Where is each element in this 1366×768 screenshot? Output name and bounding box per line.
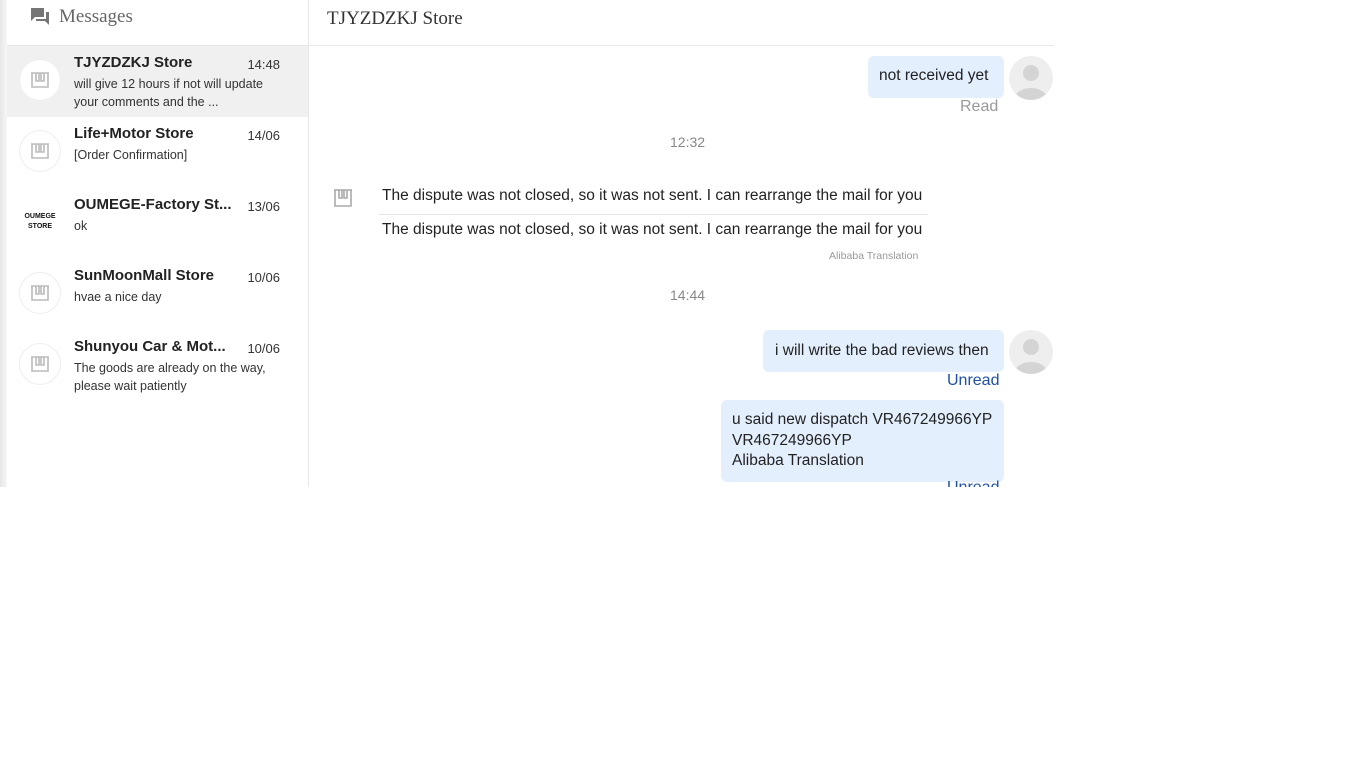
conversation-item[interactable]: OUMEGE STORE OUMEGE-Factory St... 13/06 o… [7, 188, 308, 259]
conversation-name: Shunyou Car & Mot... [74, 338, 226, 355]
conversation-item[interactable]: TJYZDZKJ Store 14:48 will give 12 hours … [7, 46, 308, 117]
translation-divider [379, 214, 928, 215]
conversation-preview: will give 12 hours if not will update yo… [74, 77, 263, 109]
conversation-name: TJYZDZKJ Store [74, 54, 193, 71]
outgoing-message: u said new dispatch VR467249966YP VR4672… [721, 400, 1004, 482]
conversation-time: 14/06 [247, 128, 280, 143]
conversation-preview: [Order Confirmation] [74, 148, 188, 162]
message-line: VR467249966YP [732, 431, 852, 449]
conversation-item[interactable]: Life+Motor Store 14/06 [Order Confirmati… [7, 117, 308, 188]
unread-status: Unread [947, 372, 1000, 389]
store-icon [20, 131, 60, 171]
unread-status: Unread [947, 479, 999, 487]
message-timestamp: 12:32 [670, 134, 706, 150]
store-icon [333, 187, 353, 214]
chat-title: TJYZDZKJ Store [327, 8, 463, 29]
message-timestamp: 14:44 [670, 287, 706, 303]
user-avatar [1009, 330, 1053, 374]
conversation-time: 10/06 [247, 341, 280, 356]
window-edge [0, 0, 7, 487]
conversation-item[interactable]: Shunyou Car & Mot... 10/06 The goods are… [7, 330, 308, 401]
message-line: u said new dispatch VR467249966YP [732, 411, 993, 428]
sidebar-title: Messages [59, 6, 133, 27]
chat-panel: TJYZDZKJ Store not received yet Read 12:… [309, 0, 1054, 487]
message-text: i will write the bad reviews then [775, 342, 989, 359]
conversation-preview: hvae a nice day [74, 290, 162, 304]
message-line: Alibaba Translation [732, 452, 864, 469]
outgoing-message: not received yet [868, 56, 1004, 98]
conversation-name: OUMEGE-Factory St... [74, 196, 232, 213]
chat-header: TJYZDZKJ Store [309, 0, 1054, 46]
conversation-name: SunMoonMall Store [74, 267, 214, 284]
conversation-sidebar: Messages TJYZDZKJ Store 14:48 will give … [7, 0, 309, 487]
conversation-name: Life+Motor Store [74, 125, 194, 142]
conversation-list: TJYZDZKJ Store 14:48 will give 12 hours … [7, 46, 308, 401]
conversation-time: 14:48 [247, 57, 280, 72]
outgoing-message: i will write the bad reviews then [763, 330, 1004, 372]
messaging-app: Messages TJYZDZKJ Store 14:48 will give … [0, 0, 1054, 487]
conversation-time: 13/06 [247, 199, 280, 214]
incoming-message-original: The dispute was not closed, so it was no… [382, 187, 923, 204]
conversation-preview: ok [74, 219, 88, 233]
read-status: Read [960, 98, 999, 115]
sidebar-header: Messages [7, 0, 308, 46]
conversation-item[interactable]: SunMoonMall Store 10/06 hvae a nice day [7, 259, 308, 330]
user-avatar [1009, 56, 1053, 100]
conversation-time: 10/06 [247, 270, 280, 285]
chat-bubbles-icon [29, 6, 51, 28]
conversation-preview: The goods are already on the way, please… [74, 361, 266, 393]
store-icon [20, 344, 60, 384]
incoming-message-translated: The dispute was not closed, so it was no… [382, 221, 923, 238]
message-text: not received yet [879, 67, 989, 84]
store-logo: OUMEGE STORE [24, 213, 56, 230]
translation-label: Alibaba Translation [829, 250, 919, 262]
store-icon [20, 60, 60, 100]
store-icon [20, 273, 60, 313]
